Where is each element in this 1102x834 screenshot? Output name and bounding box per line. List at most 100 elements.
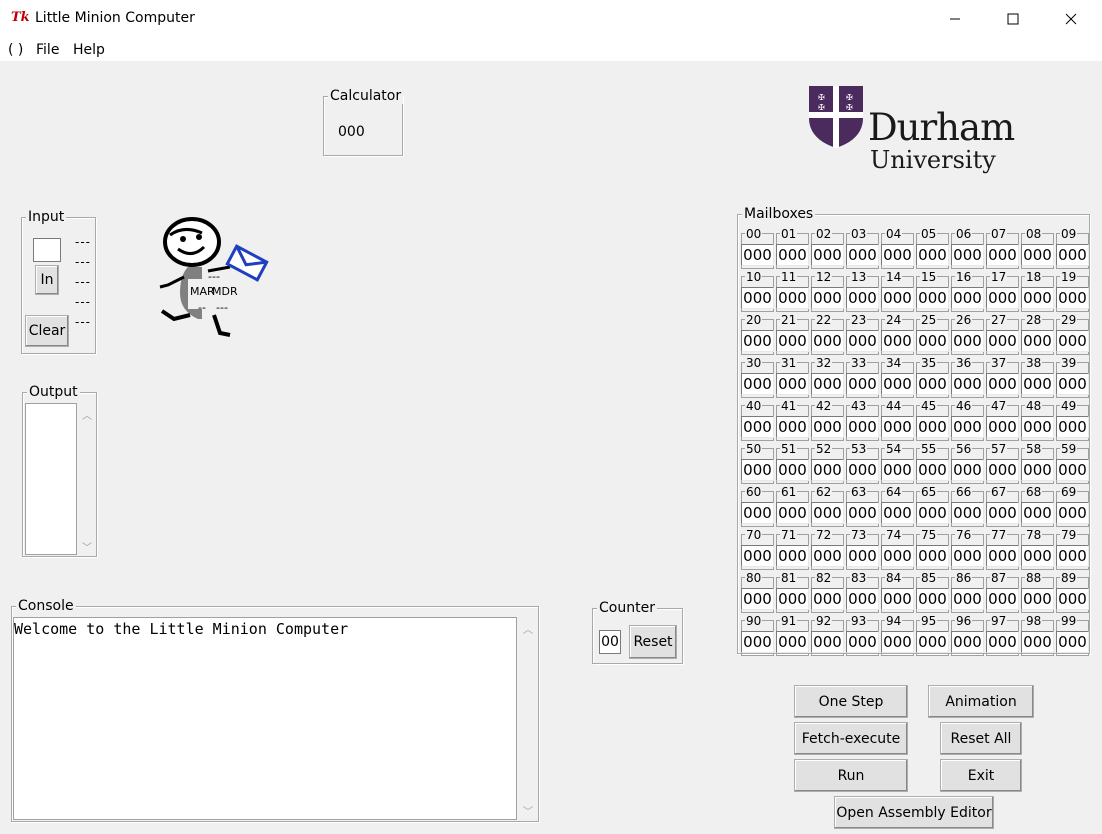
mailbox-value[interactable]: 000 [741, 459, 774, 481]
mailbox-value[interactable]: 000 [1021, 588, 1054, 610]
mailbox-value[interactable]: 000 [881, 631, 914, 653]
mailbox-value[interactable]: 000 [776, 244, 809, 266]
mailbox-value[interactable]: 000 [951, 588, 984, 610]
scroll-up-icon[interactable]: ︿ [523, 621, 533, 636]
one-step-button[interactable]: One Step [794, 685, 908, 718]
mailbox-value[interactable]: 000 [916, 287, 949, 309]
mailbox-value[interactable]: 000 [1021, 459, 1054, 481]
output-scrollbar[interactable]: ︿ ﹀ [78, 403, 95, 555]
mailbox-value[interactable]: 000 [986, 287, 1019, 309]
mailbox-value[interactable]: 000 [1056, 373, 1089, 395]
mailbox-value[interactable]: 000 [776, 459, 809, 481]
clear-button[interactable]: Clear [25, 315, 69, 347]
mailbox-value[interactable]: 000 [846, 287, 879, 309]
mailbox-value[interactable]: 000 [951, 545, 984, 567]
mailbox-value[interactable]: 000 [846, 330, 879, 352]
counter-reset-button[interactable]: Reset [629, 625, 677, 659]
mailbox-value[interactable]: 000 [811, 502, 844, 524]
mailbox-value[interactable]: 000 [776, 287, 809, 309]
mailbox-value[interactable]: 000 [1056, 416, 1089, 438]
mailbox-value[interactable]: 000 [811, 373, 844, 395]
mailbox-value[interactable]: 000 [1056, 502, 1089, 524]
mailbox-value[interactable]: 000 [1056, 631, 1089, 653]
mailbox-value[interactable]: 000 [846, 244, 879, 266]
mailbox-value[interactable]: 000 [776, 502, 809, 524]
mailbox-value[interactable]: 000 [881, 502, 914, 524]
minimize-icon[interactable] [926, 0, 984, 38]
mailbox-value[interactable]: 000 [951, 330, 984, 352]
mailbox-value[interactable]: 000 [986, 244, 1019, 266]
scroll-up-icon[interactable]: ︿ [82, 407, 92, 422]
mailbox-value[interactable]: 000 [1056, 588, 1089, 610]
mailbox-value[interactable]: 000 [741, 416, 774, 438]
mailbox-value[interactable]: 000 [811, 244, 844, 266]
mailbox-value[interactable]: 000 [986, 545, 1019, 567]
mailbox-value[interactable]: 000 [986, 631, 1019, 653]
menu-tearoff[interactable]: ( ) [8, 42, 23, 58]
mailbox-value[interactable]: 000 [846, 416, 879, 438]
mailbox-value[interactable]: 000 [741, 373, 774, 395]
mailbox-value[interactable]: 000 [1021, 330, 1054, 352]
maximize-icon[interactable] [984, 0, 1042, 38]
mailbox-value[interactable]: 000 [916, 631, 949, 653]
mailbox-value[interactable]: 000 [916, 459, 949, 481]
mailbox-value[interactable]: 000 [916, 545, 949, 567]
mailbox-value[interactable]: 000 [846, 459, 879, 481]
mailbox-value[interactable]: 000 [986, 330, 1019, 352]
scroll-down-icon[interactable]: ﹀ [82, 539, 92, 554]
mailbox-value[interactable]: 000 [1021, 545, 1054, 567]
mailbox-value[interactable]: 000 [951, 502, 984, 524]
mailbox-value[interactable]: 000 [846, 631, 879, 653]
mailbox-value[interactable]: 000 [1021, 502, 1054, 524]
mailbox-value[interactable]: 000 [811, 330, 844, 352]
mailbox-value[interactable]: 000 [916, 588, 949, 610]
mailbox-value[interactable]: 000 [951, 631, 984, 653]
exit-button[interactable]: Exit [940, 759, 1022, 792]
run-button[interactable]: Run [794, 759, 908, 792]
mailbox-value[interactable]: 000 [986, 459, 1019, 481]
mailbox-value[interactable]: 000 [916, 330, 949, 352]
mailbox-value[interactable]: 000 [741, 287, 774, 309]
mailbox-value[interactable]: 000 [811, 545, 844, 567]
mailbox-value[interactable]: 000 [916, 416, 949, 438]
mailbox-value[interactable]: 000 [811, 416, 844, 438]
mailbox-value[interactable]: 000 [916, 373, 949, 395]
mailbox-value[interactable]: 000 [741, 502, 774, 524]
mailbox-value[interactable]: 000 [741, 631, 774, 653]
mailbox-value[interactable]: 000 [881, 588, 914, 610]
mailbox-value[interactable]: 000 [776, 545, 809, 567]
menu-help[interactable]: Help [73, 42, 105, 58]
mailbox-value[interactable]: 000 [846, 545, 879, 567]
mailbox-value[interactable]: 000 [951, 373, 984, 395]
mailbox-value[interactable]: 000 [1021, 373, 1054, 395]
mailbox-value[interactable]: 000 [1056, 287, 1089, 309]
mailbox-value[interactable]: 000 [741, 588, 774, 610]
mailbox-value[interactable]: 000 [951, 287, 984, 309]
mailbox-value[interactable]: 000 [776, 373, 809, 395]
mailbox-value[interactable]: 000 [811, 631, 844, 653]
mailbox-value[interactable]: 000 [1056, 330, 1089, 352]
mailbox-value[interactable]: 000 [986, 416, 1019, 438]
mailbox-value[interactable]: 000 [881, 373, 914, 395]
reset-all-button[interactable]: Reset All [940, 722, 1022, 755]
mailbox-value[interactable]: 000 [811, 588, 844, 610]
mailbox-value[interactable]: 000 [846, 502, 879, 524]
mailbox-value[interactable]: 000 [881, 287, 914, 309]
mailbox-value[interactable]: 000 [846, 588, 879, 610]
mailbox-value[interactable]: 000 [916, 502, 949, 524]
mailbox-value[interactable]: 000 [1056, 459, 1089, 481]
output-list[interactable] [25, 403, 77, 555]
console-textarea[interactable] [13, 617, 517, 820]
mailbox-value[interactable]: 000 [741, 545, 774, 567]
mailbox-value[interactable]: 000 [881, 416, 914, 438]
mailbox-value[interactable]: 000 [776, 588, 809, 610]
mailbox-value[interactable]: 000 [951, 459, 984, 481]
mailbox-value[interactable]: 000 [951, 244, 984, 266]
animation-button[interactable]: Animation [928, 685, 1034, 718]
mailbox-value[interactable]: 000 [776, 631, 809, 653]
mailbox-value[interactable]: 000 [811, 287, 844, 309]
mailbox-value[interactable]: 000 [881, 244, 914, 266]
console-scrollbar[interactable]: ︿ ﹀ [518, 617, 537, 820]
mailbox-value[interactable]: 000 [881, 330, 914, 352]
close-icon[interactable] [1042, 0, 1100, 38]
